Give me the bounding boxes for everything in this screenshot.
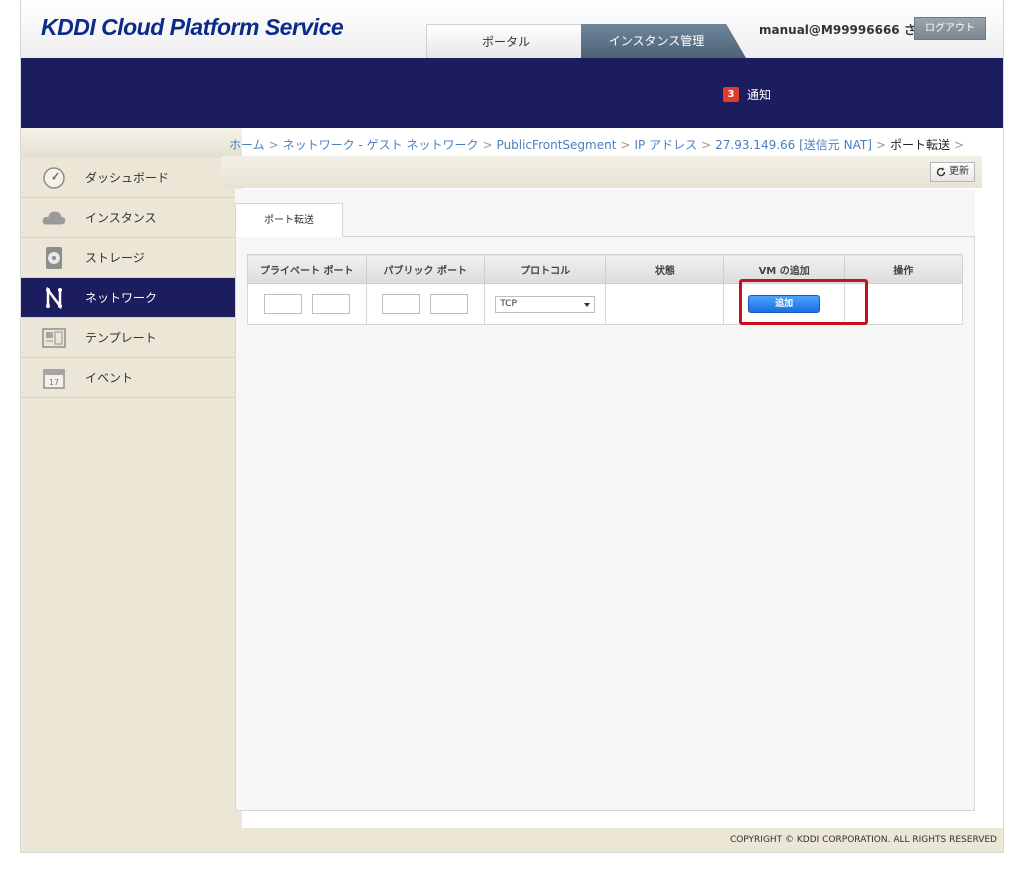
- column-header-add-vm: VM の追加: [723, 254, 845, 284]
- breadcrumb-link-ip[interactable]: IP アドレス: [634, 138, 697, 152]
- column-header-protocol: プロトコル: [484, 254, 607, 284]
- breadcrumb-separator: >: [620, 138, 631, 152]
- add-vm-button[interactable]: 追加: [748, 295, 821, 313]
- sidebar-item-instance[interactable]: インスタンス: [21, 198, 242, 238]
- breadcrumb-link-home[interactable]: ホーム: [229, 138, 265, 152]
- chevron-down-icon: [584, 302, 591, 307]
- port-forwarding-table: プライベート ポート パブリック ポート プロトコル 状態 VM の追加 操作 …: [247, 254, 964, 325]
- refresh-label: 更新: [949, 166, 969, 177]
- column-header-private-port: プライベート ポート: [247, 254, 367, 284]
- logo: KDDI Cloud Platform Service: [41, 14, 344, 40]
- notification-label: 通知: [747, 88, 772, 102]
- panel-tab-strip: [235, 189, 975, 237]
- private-port-cell: [247, 283, 367, 325]
- breadcrumb-separator: >: [953, 138, 965, 152]
- column-header-status: 状態: [605, 254, 725, 284]
- template-icon: [41, 325, 67, 351]
- sidebar-item-label: インスタンス: [85, 211, 157, 225]
- tab-portal[interactable]: ポータル: [426, 24, 586, 58]
- footer: COPYRIGHT © KDDI CORPORATION. ALL RIGHTS…: [21, 828, 1003, 852]
- private-port-start-input[interactable]: [263, 294, 302, 314]
- breadcrumb-separator: >: [701, 138, 712, 152]
- sidebar-item-label: イベント: [85, 371, 134, 385]
- column-header-public-port: パブリック ポート: [365, 254, 486, 284]
- sidebar-item-label: ダッシュボード: [85, 171, 170, 185]
- refresh-icon: [936, 167, 946, 177]
- sidebar-header: [21, 128, 242, 158]
- sidebar-item-dashboard[interactable]: ダッシュボード: [21, 158, 242, 198]
- breadcrumb-link-segment[interactable]: PublicFrontSegment: [497, 138, 617, 152]
- tab-instance-management[interactable]: インスタンス管理: [581, 24, 746, 58]
- notifications[interactable]: 3 通知: [723, 86, 771, 103]
- content-toolbar: 更新: [221, 156, 982, 188]
- cloud-icon: [41, 205, 67, 231]
- sidebar-item-label: ネットワーク: [85, 291, 158, 305]
- sidebar-item-event[interactable]: 17 イベント: [21, 358, 242, 398]
- table-row: TCP 追加: [247, 283, 964, 325]
- top-navbar: 3 通知: [21, 58, 1003, 128]
- copyright-text: COPYRIGHT © KDDI CORPORATION. ALL RIGHTS…: [729, 835, 997, 845]
- user-name: manual@M99996666 さん: [759, 23, 928, 37]
- header: KDDI Cloud Platform Service ポータル インスタンス管…: [21, 0, 1003, 58]
- breadcrumb-separator: >: [875, 138, 886, 152]
- svg-text:17: 17: [49, 378, 59, 387]
- tab-port-forwarding[interactable]: ポート転送: [235, 203, 343, 237]
- dashboard-icon: [41, 165, 67, 191]
- public-port-cell: [365, 283, 485, 325]
- sidebar-item-network[interactable]: ネットワーク: [21, 278, 242, 318]
- column-header-actions: 操作: [843, 254, 964, 284]
- refresh-button[interactable]: 更新: [930, 162, 975, 182]
- breadcrumb: ホーム > ネットワーク - ゲスト ネットワーク > PublicFrontSegme…: [229, 136, 968, 153]
- notification-count-badge: 3: [723, 87, 739, 102]
- sidebar-item-label: テンプレート: [85, 331, 157, 345]
- breadcrumb-link-network[interactable]: ネットワーク - ゲスト ネットワーク: [283, 138, 479, 152]
- sidebar: ダッシュボード インスタンス ストレージ ネットワーク テンプレート 17 イベ…: [21, 128, 242, 828]
- sidebar-item-storage[interactable]: ストレージ: [21, 238, 242, 278]
- storage-icon: [41, 245, 67, 271]
- actions-cell: [843, 283, 964, 325]
- network-icon: [41, 285, 67, 311]
- breadcrumb-separator: >: [268, 138, 279, 152]
- private-port-end-input[interactable]: [311, 294, 350, 314]
- public-port-end-input[interactable]: [430, 294, 469, 314]
- sidebar-item-template[interactable]: テンプレート: [21, 318, 242, 358]
- protocol-cell: TCP: [484, 283, 606, 325]
- status-cell: [605, 283, 724, 325]
- protocol-selected-value: TCP: [500, 298, 517, 309]
- logout-button[interactable]: ログアウト: [914, 17, 986, 40]
- sidebar-item-label: ストレージ: [85, 251, 145, 265]
- breadcrumb-separator: >: [482, 138, 493, 152]
- table-header-row: プライベート ポート パブリック ポート プロトコル 状態 VM の追加 操作: [247, 254, 964, 284]
- add-vm-cell: 追加: [723, 283, 845, 325]
- breadcrumb-link-address[interactable]: 27.93.149.66 [送信元 NAT]: [715, 138, 872, 152]
- public-port-start-input[interactable]: [382, 294, 421, 314]
- breadcrumb-current: ポート転送: [889, 138, 950, 152]
- protocol-select[interactable]: TCP: [495, 295, 596, 313]
- calendar-icon: 17: [41, 365, 67, 391]
